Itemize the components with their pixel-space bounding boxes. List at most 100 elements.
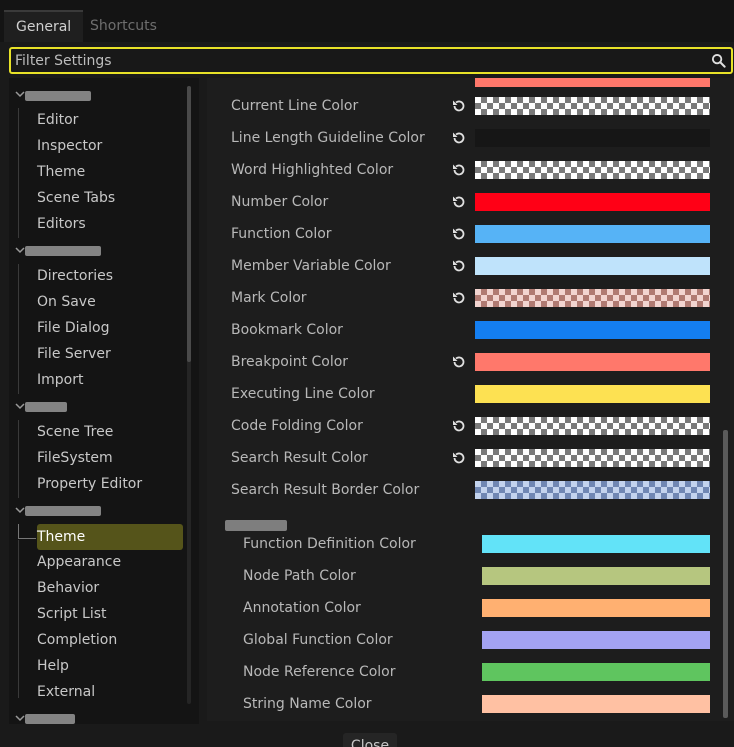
color-swatch[interactable]	[475, 193, 710, 211]
property-row: Node Reference Color	[207, 656, 717, 688]
tree-item-property-editor[interactable]: Property Editor	[37, 471, 142, 497]
property-label: Search Result Border Color	[231, 482, 420, 498]
section-label-obscured[interactable]	[25, 246, 101, 256]
color-swatch[interactable]	[482, 663, 710, 681]
property-label: Executing Line Color	[231, 386, 375, 402]
tree-item-import[interactable]: Import	[37, 367, 83, 393]
chevron-down-icon[interactable]	[15, 82, 25, 108]
revert-icon[interactable]	[451, 290, 467, 306]
property-label: Bookmark Color	[231, 322, 343, 338]
color-swatch[interactable]	[482, 631, 710, 649]
revert-icon[interactable]	[451, 450, 467, 466]
color-swatch[interactable]	[475, 78, 710, 87]
color-swatch[interactable]	[475, 353, 710, 371]
property-label: Mark Color	[231, 290, 307, 306]
property-row: Executing Line Color	[207, 378, 717, 410]
color-swatch[interactable]	[475, 97, 710, 115]
property-label: Annotation Color	[243, 600, 361, 616]
tree-item-label: Theme	[37, 529, 86, 545]
property-row: Node Path Color	[207, 560, 717, 592]
revert-icon[interactable]	[451, 354, 467, 370]
tree-item-theme-selected[interactable]: Theme	[37, 524, 183, 550]
tree-item-completion[interactable]: Completion	[37, 627, 117, 653]
property-label: Global Function Color	[243, 632, 393, 648]
revert-icon[interactable]	[451, 130, 467, 146]
property-label: Member Variable Color	[231, 258, 391, 274]
property-label: Code Folding Color	[231, 418, 363, 434]
color-swatch[interactable]	[482, 695, 710, 713]
property-label: Number Color	[231, 194, 329, 210]
property-row: Word Highlighted Color	[207, 154, 717, 186]
close-button[interactable]: Close	[343, 733, 397, 747]
color-swatch[interactable]	[482, 567, 710, 585]
chevron-down-icon[interactable]	[15, 498, 25, 524]
color-swatch[interactable]	[482, 535, 710, 553]
tree-item-script-list[interactable]: Script List	[37, 601, 107, 627]
color-swatch[interactable]	[475, 417, 710, 435]
property-row: Number Color	[207, 186, 717, 218]
chevron-down-icon[interactable]	[15, 706, 25, 724]
section-label-obscured[interactable]	[25, 714, 75, 724]
section-label-obscured[interactable]	[25, 506, 101, 516]
color-swatch[interactable]	[475, 385, 710, 403]
color-swatch[interactable]	[475, 449, 710, 467]
color-swatch[interactable]	[475, 257, 710, 275]
property-label: Node Path Color	[243, 568, 356, 584]
revert-icon[interactable]	[451, 418, 467, 434]
tree-item-editor[interactable]: Editor	[37, 107, 78, 133]
tab-shortcuts[interactable]: Shortcuts	[78, 10, 169, 42]
settings-tree: Editor Inspector Theme Scene Tabs Editor…	[9, 78, 199, 724]
property-row: Mark Color	[207, 282, 717, 314]
color-swatch[interactable]	[475, 225, 710, 243]
section-label-obscured[interactable]	[25, 402, 67, 412]
tree-item-help[interactable]: Help	[37, 653, 69, 679]
property-row: Code Folding Color	[207, 410, 717, 442]
properties-scrollbar[interactable]	[723, 430, 728, 718]
tree-item-directories[interactable]: Directories	[37, 263, 113, 289]
property-label: Current Line Color	[231, 98, 359, 114]
filter-settings-field[interactable]	[9, 47, 733, 74]
property-row: Search Result Color	[207, 442, 717, 474]
tab-general[interactable]: General	[4, 10, 84, 42]
property-row: Member Variable Color	[207, 250, 717, 282]
property-row: Function Color	[207, 218, 717, 250]
property-row: Function Definition Color	[207, 528, 717, 560]
tree-item-external[interactable]: External	[37, 679, 95, 705]
tree-item-behavior[interactable]: Behavior	[37, 575, 99, 601]
chevron-down-icon[interactable]	[15, 394, 25, 420]
tree-item-filesystem[interactable]: FileSystem	[37, 445, 113, 471]
color-swatch[interactable]	[475, 481, 710, 499]
property-label: Search Result Color	[231, 450, 368, 466]
color-swatch[interactable]	[475, 161, 710, 179]
property-label: Breakpoint Color	[231, 354, 349, 370]
property-row: Annotation Color	[207, 592, 717, 624]
revert-icon[interactable]	[451, 194, 467, 210]
color-swatch[interactable]	[475, 129, 710, 147]
property-row: Line Length Guideline Color	[207, 122, 717, 154]
section-label-obscured[interactable]	[25, 91, 91, 101]
chevron-down-icon[interactable]	[15, 238, 25, 264]
property-label: Function Color	[231, 226, 332, 242]
revert-icon[interactable]	[451, 258, 467, 274]
tree-item-inspector[interactable]: Inspector	[37, 133, 102, 159]
tree-item-on-save[interactable]: On Save	[37, 289, 96, 315]
tree-item-file-server[interactable]: File Server	[37, 341, 111, 367]
color-swatch[interactable]	[482, 599, 710, 617]
tree-item-appearance[interactable]: Appearance	[37, 549, 121, 575]
tree-item-editors[interactable]: Editors	[37, 211, 86, 237]
filter-settings-input[interactable]	[15, 49, 695, 72]
property-row: Global Function Color	[207, 624, 717, 656]
tree-item-theme[interactable]: Theme	[37, 159, 85, 185]
property-row: String Name Color	[207, 688, 717, 720]
tree-item-file-dialog[interactable]: File Dialog	[37, 315, 109, 341]
revert-icon[interactable]	[451, 98, 467, 114]
tree-scrollbar[interactable]	[187, 86, 191, 362]
tree-item-scene-tree[interactable]: Scene Tree	[37, 419, 113, 445]
revert-icon[interactable]	[451, 162, 467, 178]
color-swatch[interactable]	[475, 289, 710, 307]
tree-item-scene-tabs[interactable]: Scene Tabs	[37, 185, 115, 211]
property-label: Function Definition Color	[243, 536, 416, 552]
property-label: Node Reference Color	[243, 664, 396, 680]
revert-icon[interactable]	[451, 226, 467, 242]
color-swatch[interactable]	[475, 321, 710, 339]
